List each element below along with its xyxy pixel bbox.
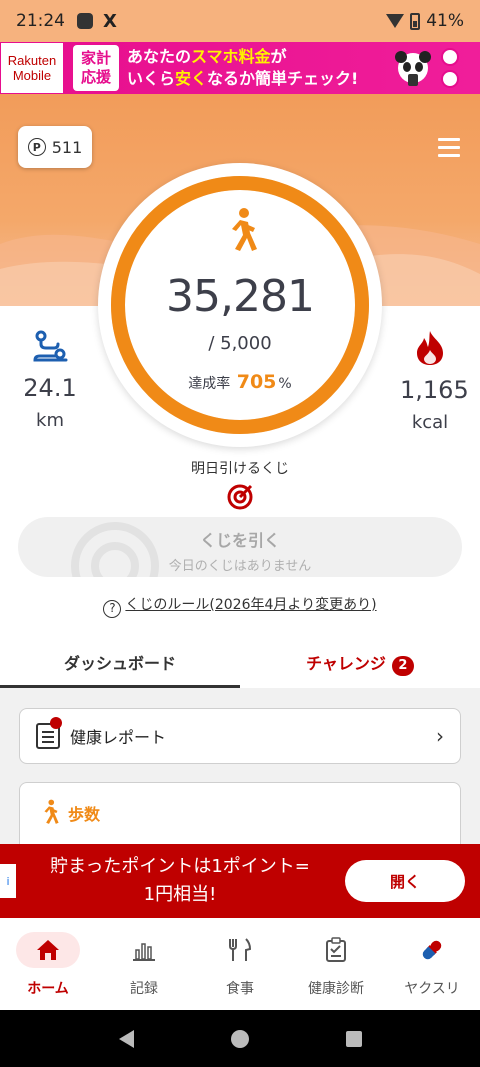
calorie-value: 1,165 [400, 376, 469, 404]
kuji-rules-text[interactable]: くじのルール(2026年4月より変更あり) [125, 597, 376, 613]
logo-line2: Mobile [12, 68, 52, 83]
achievement-rate: 達成率 705% [98, 371, 382, 393]
nav-yakusuri[interactable]: ヤクスリ [384, 918, 480, 1010]
kuji-label: 明日引けるくじ [191, 461, 289, 477]
ad-text-part4: なるか簡単チェック! [207, 69, 359, 88]
app-notification-icon [77, 13, 93, 29]
nav-home[interactable]: ホーム [0, 918, 96, 1010]
step-count: 35,281 [166, 271, 315, 322]
health-report-card[interactable]: 健康レポート › [19, 708, 461, 764]
challenge-badge: 2 [391, 656, 414, 676]
flame-icon [417, 331, 443, 365]
home-circle-icon[interactable] [230, 1029, 249, 1048]
promo-line1: 貯まったポイントは1ポイント= [50, 856, 310, 877]
ad-choices-icon[interactable]: i [0, 864, 16, 898]
chart-icon [133, 943, 155, 961]
points-badge[interactable]: P 511 [18, 126, 92, 168]
walking-person-icon [44, 799, 59, 824]
distance-unit: km [36, 410, 64, 431]
ad-text-highlight2: 安く [175, 69, 208, 88]
step-goal: / 5,000 [208, 333, 272, 354]
pill-icon [422, 940, 442, 960]
ad-text-part2: が [270, 47, 287, 66]
chevron-right-icon: › [436, 724, 444, 748]
calorie-stat: 1,165 kcal [400, 330, 469, 433]
wifi-icon [386, 14, 405, 28]
recent-apps-icon[interactable] [345, 1030, 362, 1047]
ad-banner[interactable]: Rakuten Mobile 家計 応援 あなたのスマホ料金が いくら安くなるか簡… [0, 42, 480, 94]
point-icon: P [27, 138, 46, 156]
ad-text-part1: あなたの [127, 47, 192, 66]
points-value: 511 [51, 137, 83, 157]
home-icon [37, 940, 59, 960]
notification-dot [50, 717, 62, 729]
tab-dashboard[interactable]: ダッシュボード [0, 638, 240, 688]
nav-home-label: ホーム [27, 981, 69, 997]
steps-card-label: 歩数 [68, 805, 101, 824]
logo-line1: Rakuten [7, 53, 57, 68]
health-report-label: 健康レポート [70, 728, 167, 747]
battery-percent: 41% [426, 11, 464, 31]
hamburger-menu-icon[interactable] [438, 138, 460, 162]
nav-record[interactable]: 記録 [96, 918, 192, 1010]
rate-label: 達成率 [188, 376, 231, 392]
nav-checkup[interactable]: 健康診断 [288, 918, 384, 1010]
steps-ring[interactable]: 35,281 / 5,000 達成率 705% [98, 163, 382, 447]
panda-mascot-icon [395, 51, 431, 86]
cutlery-icon [229, 938, 252, 961]
tab-bar: ダッシュボード チャレンジ 2 [0, 638, 480, 688]
status-time: 21:24 [16, 11, 65, 31]
kuji-rules-link[interactable]: ? くじのルール(2026年4月より変更あり) [0, 594, 480, 618]
system-navigation-bar [0, 1010, 480, 1067]
calorie-unit: kcal [411, 412, 449, 433]
clipboard-icon [326, 937, 346, 962]
x-app-icon: X [103, 10, 117, 32]
nav-record-label: 記録 [130, 981, 158, 997]
promo-banner[interactable]: i 貯まったポイントは1ポイント= 1円相当! 開く [0, 844, 480, 918]
draw-kuji-title: くじを引く [199, 531, 280, 550]
nav-meal-label: 食事 [226, 981, 254, 997]
ad-tag-line1: 家計 [80, 49, 111, 67]
draw-kuji-button[interactable]: くじを引く 今日のくじはありません [18, 517, 462, 577]
ad-tag-line2: 応援 [80, 68, 111, 86]
distance-stat: 24.1 km [22, 330, 78, 431]
status-bar: 21:24 X 41% [0, 0, 480, 42]
rate-value: 705 [236, 371, 277, 393]
distance-value: 24.1 [23, 374, 77, 402]
nav-meal[interactable]: 食事 [192, 918, 288, 1010]
battery-icon [410, 12, 421, 30]
tab-dashboard-label: ダッシュボード [63, 654, 176, 673]
nav-yakusuri-label: ヤクスリ [404, 981, 460, 997]
ad-tag: 家計 応援 [73, 45, 119, 91]
tab-challenge[interactable]: チャレンジ 2 [240, 638, 480, 688]
tab-challenge-label: チャレンジ [306, 654, 386, 673]
promo-open-button[interactable]: 開く [345, 860, 465, 902]
bottom-navigation: ホーム 記録 食事 健康診断 ヤクスリ [0, 918, 480, 1010]
promo-text: 貯まったポイントは1ポイント= 1円相当! [30, 853, 330, 909]
route-icon [33, 330, 68, 362]
back-icon[interactable] [118, 1029, 134, 1048]
nav-checkup-label: 健康診断 [308, 981, 364, 997]
kuji-target-icon [227, 484, 253, 510]
ad-text-part3: いくら [127, 69, 176, 88]
help-icon: ? [103, 600, 122, 618]
ad-text-highlight1: スマホ料金 [191, 47, 271, 66]
rate-unit: % [278, 376, 292, 392]
ad-info-icon[interactable] [441, 48, 459, 66]
ad-close-icon[interactable] [441, 70, 459, 88]
walking-person-icon [232, 208, 257, 251]
draw-kuji-subtitle: 今日のくじはありません [168, 559, 312, 574]
rakuten-mobile-logo: Rakuten Mobile [1, 43, 63, 93]
promo-line2: 1円相当! [143, 884, 217, 905]
ad-text: あなたのスマホ料金が いくら安くなるか簡単チェック! [127, 46, 387, 90]
